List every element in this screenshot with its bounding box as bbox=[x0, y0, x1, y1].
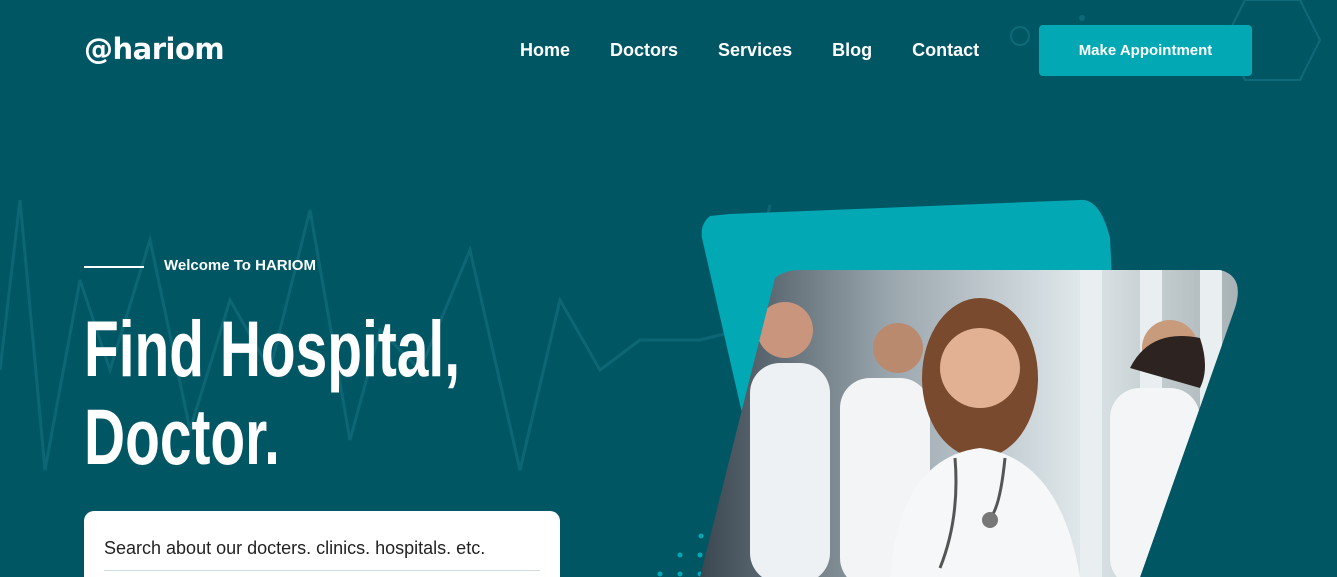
group-of-doctors-photo bbox=[700, 270, 1238, 577]
search-input[interactable] bbox=[104, 527, 540, 571]
dot-pattern-decoration bbox=[657, 533, 704, 577]
nav-doctors[interactable]: Doctors bbox=[610, 40, 678, 61]
headline-line-2: Doctor. bbox=[84, 392, 280, 481]
logo[interactable]: @hariom bbox=[84, 32, 225, 66]
search-box bbox=[84, 511, 560, 577]
nav-services[interactable]: Services bbox=[718, 40, 792, 61]
welcome-divider bbox=[84, 266, 144, 268]
nav-home[interactable]: Home bbox=[520, 40, 570, 61]
main-nav: Home Doctors Services Blog Contact bbox=[520, 40, 1019, 61]
headline-line-1: Find Hospital, bbox=[84, 304, 461, 393]
nav-blog[interactable]: Blog bbox=[832, 40, 872, 61]
make-appointment-button[interactable]: Make Appointment bbox=[1039, 25, 1252, 76]
hero-headline: Find Hospital, Doctor. bbox=[84, 305, 588, 481]
nav-contact[interactable]: Contact bbox=[912, 40, 979, 61]
welcome-text: Welcome To HARIOM bbox=[164, 257, 316, 274]
